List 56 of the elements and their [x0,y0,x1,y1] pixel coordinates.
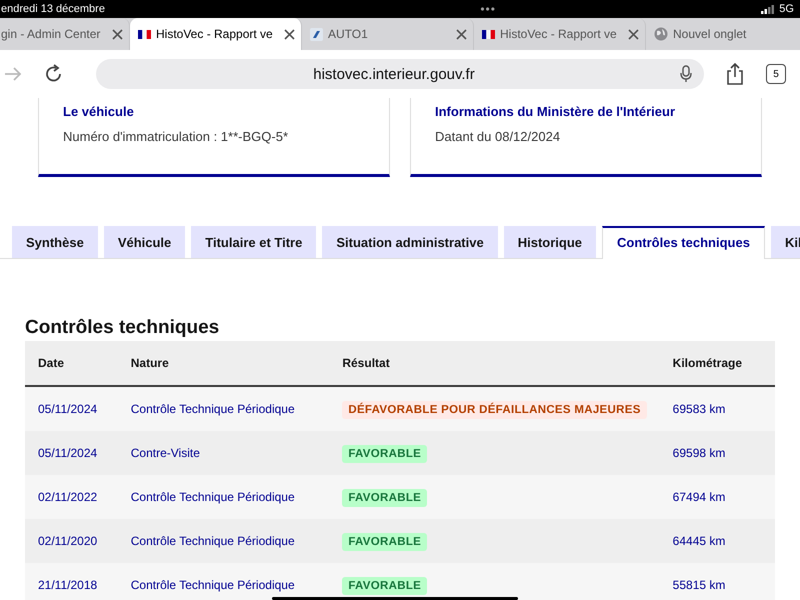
network-label: 5G [779,3,794,15]
tab-count-button[interactable]: 5 [766,64,786,84]
date-cell: 21/11/2018 [25,563,118,600]
tab[interactable]: Historique [504,226,596,258]
browser-tab[interactable]: HistoVec - Rapport ve [130,18,302,50]
date-cell: 05/11/2024 [25,431,118,475]
microphone-icon[interactable] [680,65,692,83]
nature-cell: Contrôle Technique Périodique [118,386,330,431]
date-cell: 05/11/2024 [25,386,118,431]
address-bar[interactable]: histovec.interieur.gouv.fr [96,59,704,89]
card-text: Numéro d'immatriculation : 1**-BGQ-5* [63,129,289,144]
nature-cell: Contre-Visite [118,431,330,475]
mileage-cell: 67494 km [660,475,775,519]
column-header: Kilométrage [660,341,775,386]
nature-cell: Contrôle Technique Périodique [118,519,330,563]
result-badge: FAVORABLE [342,489,428,507]
reload-icon[interactable] [44,64,64,84]
mileage-cell: 69598 km [660,431,775,475]
browser-tab[interactable]: HistoVec - Rapport ve [474,18,646,50]
date-cell: 02/11/2022 [25,475,118,519]
status-date: endredi 13 décembre [1,3,105,15]
column-header: Nature [118,341,330,386]
nature-cell: Contrôle Technique Périodique [118,563,330,600]
signal-icon [761,4,776,14]
result-badge: FAVORABLE [342,577,428,595]
date-cell: 02/11/2020 [25,519,118,563]
mileage-cell: 55815 km [660,563,775,600]
browser-tab[interactable]: Nouvel onglet [646,18,800,50]
tab[interactable]: Synthèse [12,226,98,258]
tab[interactable]: Contrôles techniques [602,226,765,259]
mileage-cell: 64445 km [660,519,775,563]
result-badge: FAVORABLE [342,533,428,551]
share-icon[interactable] [726,63,744,85]
close-icon[interactable] [112,28,123,40]
globe-icon [654,27,668,41]
mileage-cell: 69583 km [660,386,775,431]
tab[interactable]: Situation administrative [322,226,498,258]
tab[interactable]: Titulaire et Titre [191,226,316,258]
close-icon[interactable] [284,28,295,40]
close-icon[interactable] [456,28,467,40]
flag-icon [138,30,151,38]
tab[interactable]: Véhicule [104,226,186,258]
browser-tab[interactable]: AUTO1 [302,18,474,50]
multitask-dots[interactable]: ••• [480,2,496,16]
column-header: Date [25,341,118,386]
column-header: Résultat [329,341,660,386]
flag-icon [482,30,495,38]
card-text: Datant du 08/12/2024 [435,129,562,144]
app-icon [310,28,323,40]
section-title: Contrôles techniques [25,317,220,340]
close-icon[interactable] [628,28,639,40]
card-title: Le véhicule [63,104,135,119]
card-title: Informations du Ministère de l'Intérieur [435,104,676,119]
nature-cell: Contrôle Technique Périodique [118,475,330,519]
result-badge: FAVORABLE [342,445,428,463]
result-badge: DÉFAVORABLE POUR DÉFAILLANCES MAJEURES [342,401,647,419]
